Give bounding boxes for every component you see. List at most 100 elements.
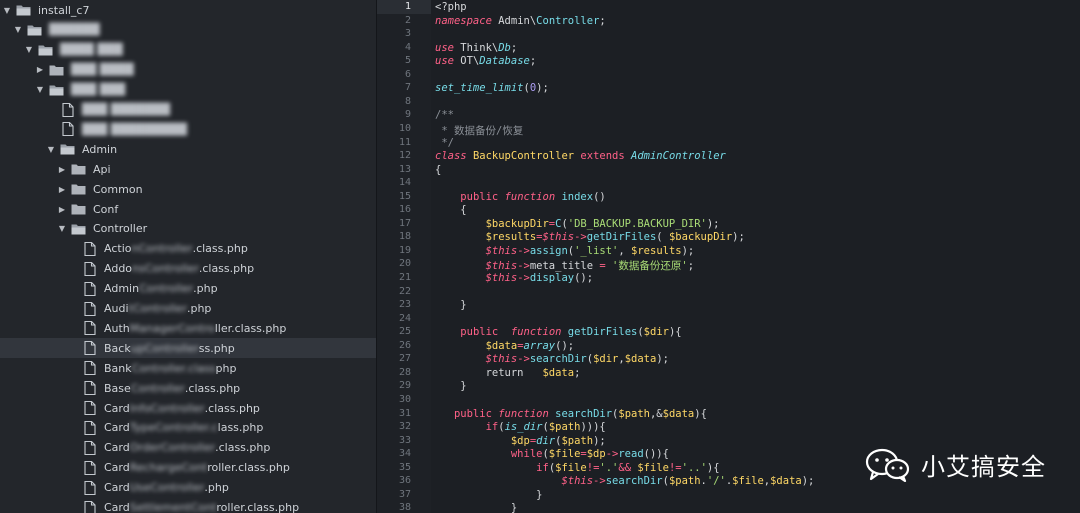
tree-folder[interactable]: ▶ Conf [0, 199, 376, 219]
chevron-down-icon[interactable]: ▼ [35, 85, 45, 94]
code-line[interactable]: if($file!='.'&& $file!='..'){ [435, 461, 719, 474]
tree-item-label-redacted: ManagerContro [129, 321, 215, 335]
tree-file[interactable]: Card InfoController .class.php [0, 398, 376, 418]
chevron-right-icon[interactable]: ▶ [57, 205, 67, 214]
code-line[interactable]: } [435, 502, 517, 513]
chevron-down-icon[interactable]: ▼ [24, 45, 34, 54]
code-token: read [618, 448, 644, 461]
code-line[interactable]: /** [435, 109, 454, 121]
tree-item-label: install_c7 [38, 3, 90, 17]
code-line[interactable]: $dp=dir($path); [435, 435, 606, 447]
tree-item-label: ███ █████████ [82, 122, 188, 136]
code-line[interactable]: <?php [435, 1, 467, 13]
tree-folder[interactable]: ▼ ████ ███ [0, 40, 376, 60]
tree-file[interactable]: Card RechargeCont roller.class.php [0, 458, 376, 478]
tree-item-label: ██████ [49, 23, 100, 37]
code-line[interactable]: if(is_dir($path))){ [435, 421, 606, 433]
tree-file[interactable]: Actio nController .class.php [0, 239, 376, 259]
code-line[interactable]: public function index() [435, 190, 606, 203]
code-area[interactable]: <?php namespace Admin\Controller; use Thin… [435, 0, 1080, 513]
file-icon [82, 440, 97, 455]
code-line[interactable]: use OT\Database; [435, 55, 536, 67]
code-line[interactable]: return $data; [435, 367, 581, 379]
tree-file[interactable]: Card UseController .php [0, 478, 376, 498]
tree-item-label-redacted: upController [130, 341, 199, 355]
tree-folder[interactable]: ▼ ██████ [0, 20, 376, 40]
tree-folder[interactable]: ▶ Api [0, 159, 376, 179]
chevron-right-icon[interactable]: ▶ [35, 65, 45, 74]
code-line[interactable]: } [435, 299, 466, 311]
code-token: public [453, 407, 492, 420]
code-token: function [510, 326, 562, 339]
tree-file[interactable]: Addo nsController .class.php [0, 259, 376, 279]
tree-file[interactable]: Admin Controller .php [0, 279, 376, 299]
code-line[interactable]: $results=$this->getDirFiles( $backupDir)… [435, 231, 745, 243]
tree-item-label: Card [104, 421, 130, 435]
tree-folder[interactable]: ▶ ███ ████ [0, 60, 376, 80]
tree-file[interactable]: Bank Controller.class php [0, 358, 376, 378]
tree-file[interactable]: Card SettlementCont roller.class.php [0, 498, 376, 513]
code-line[interactable]: set_time_limit(0); [435, 82, 549, 94]
code-token: () [593, 190, 606, 203]
code-token: '..' [681, 461, 707, 474]
chevron-down-icon[interactable]: ▼ [13, 25, 23, 34]
code-line[interactable]: $this->searchDir($path.'/'.$file,$data); [435, 475, 814, 487]
line-number: 20 [398, 258, 411, 270]
file-icon [82, 500, 97, 513]
tree-folder[interactable]: ▼ Admin [0, 139, 376, 159]
code-token: ( [656, 231, 669, 244]
code-line[interactable]: $this->assign('_list', $results); [435, 245, 695, 257]
code-line[interactable]: while($file=$dp->read()){ [435, 448, 669, 460]
tree-file[interactable]: Audi tController .php [0, 299, 376, 319]
folder-icon [71, 183, 86, 195]
code-line[interactable]: use Think\Db; [435, 42, 517, 54]
code-token: */ [435, 136, 454, 149]
code-line[interactable]: } [435, 489, 542, 501]
file-icon [82, 281, 97, 296]
code-line[interactable]: $data=array(); [435, 340, 575, 352]
code-line[interactable]: public function searchDir($path,&$data){ [435, 408, 707, 420]
chevron-down-icon[interactable]: ▼ [2, 6, 12, 15]
tree-item-label-suffix: .class.php [215, 441, 271, 455]
tree-folder[interactable]: ▼ Controller [0, 219, 376, 239]
tree-file[interactable]: ███ ███████ [0, 100, 376, 120]
tree-folder[interactable]: ▼ ███ ███ [0, 80, 376, 100]
tree-item-label: Addo [104, 262, 133, 276]
code-line[interactable]: namespace Admin\Controller; [435, 15, 606, 27]
line-number: 12 [398, 150, 411, 162]
code-line[interactable]: $this->display(); [435, 272, 594, 284]
code-line[interactable]: $this->searchDir($dir,$data); [435, 353, 669, 365]
code-token: ; [529, 55, 537, 68]
tree-item-label-redacted: OrderController [129, 441, 216, 455]
line-number: 35 [398, 461, 411, 473]
tree-item-label: Base [104, 381, 131, 395]
chevron-right-icon[interactable]: ▶ [57, 165, 67, 174]
line-number: 27 [398, 353, 411, 365]
code-line[interactable]: class BackupController extends AdminCont… [435, 150, 726, 162]
chevron-right-icon[interactable]: ▶ [57, 185, 67, 194]
code-token: $this [485, 353, 518, 366]
code-line[interactable]: } [435, 380, 466, 392]
folder-open-icon [60, 143, 75, 155]
code-line[interactable]: $backupDir=C('DB_BACKUP.BACKUP_DIR'); [435, 218, 720, 230]
tree-file[interactable]: Card TypeController.c lass.php [0, 418, 376, 438]
code-line[interactable]: public function getDirFiles($dir){ [435, 326, 681, 339]
tree-file[interactable]: Back upController ss.php [0, 338, 376, 359]
tree-item-label-redacted: nController [131, 242, 193, 256]
chevron-down-icon[interactable]: ▼ [57, 224, 67, 233]
file-tree-sidebar[interactable]: ▼ install_c7 ▼ ██████ ▼ ████ ███ ▶ ███ ████ ▼ ███… [0, 0, 377, 513]
code-token: ; [599, 14, 606, 27]
code-line[interactable]: { [435, 204, 466, 216]
file-icon [82, 361, 97, 376]
chevron-down-icon[interactable]: ▼ [46, 145, 56, 154]
tree-folder[interactable]: ▼ install_c7 [0, 0, 376, 20]
line-number: 1 [404, 1, 411, 12]
tree-folder[interactable]: ▶ Common [0, 179, 376, 199]
code-line[interactable]: */ [435, 137, 454, 149]
code-editor[interactable]: 1 2 3 4 5 6 7 8 9 10 11 12 13 14 15 16 17 18 19 20 21 22 23 24 2… [377, 0, 1080, 513]
tree-file[interactable]: Base Controller .class.php [0, 378, 376, 398]
tree-file[interactable]: ███ █████████ [0, 119, 376, 139]
code-line[interactable]: { [435, 164, 441, 176]
tree-file[interactable]: Card OrderController .class.php [0, 438, 376, 458]
tree-file[interactable]: Auth ManagerContro ller.class.php [0, 318, 376, 338]
